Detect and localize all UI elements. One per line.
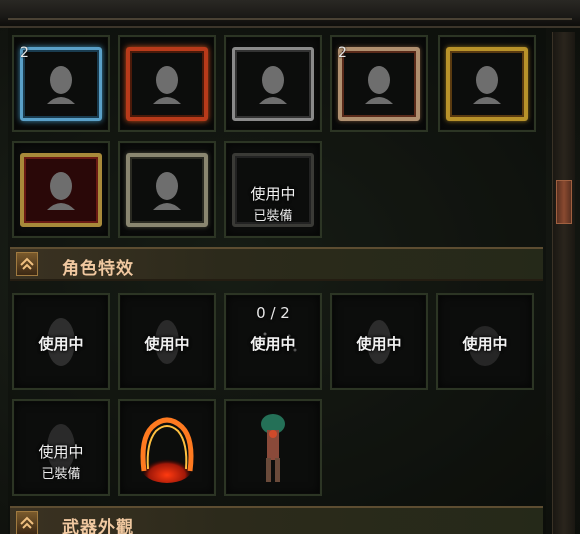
portrait-silhouette-icon (47, 65, 75, 104)
equipped-label: 已裝備 (41, 467, 81, 482)
item-count: 2 (338, 45, 347, 61)
portrait-frame-dark-equipped[interactable]: 使用中 已裝備 (224, 141, 322, 238)
section-title: 武器外觀 (62, 518, 134, 534)
item-count: 2 (20, 45, 29, 61)
in-use-label: 使用中 (462, 335, 508, 353)
character-effect-tile[interactable]: 使用中 (436, 293, 534, 390)
character-effect-tile[interactable]: 使用中 (12, 293, 110, 390)
in-use-label: 使用中 (38, 335, 84, 353)
in-use-label: 使用中 (144, 335, 190, 353)
equipped-label: 已裝備 (253, 209, 293, 224)
section-header-character-effects[interactable]: 角色特效 (10, 247, 543, 281)
portrait-frame-ornate-red[interactable] (12, 141, 110, 238)
portrait-silhouette-icon (365, 65, 393, 104)
vertical-scrollbar[interactable] (552, 32, 575, 534)
portrait-frame-bone[interactable]: 2 (330, 35, 428, 132)
portrait-silhouette-icon (153, 171, 181, 210)
cosmetics-window: 2 2 使用中 已裝備 角色特效 使用中 使用中 0 / 2 使用中 使用中 使… (0, 0, 580, 534)
chevron-up-icon (20, 257, 34, 270)
progress-count: 0 / 2 (256, 304, 290, 322)
section-header-weapon-skins[interactable]: 武器外觀 (10, 506, 543, 534)
scrollbar-thumb[interactable] (556, 180, 572, 224)
portrait-frame-ice[interactable]: 2 (12, 35, 110, 132)
collapse-toggle-icon[interactable] (16, 511, 38, 534)
portrait-frame-plain[interactable] (224, 35, 322, 132)
collapse-toggle-icon[interactable] (16, 252, 38, 276)
fire-ring-icon (140, 417, 194, 483)
character-effect-tile[interactable]: 使用中 (330, 293, 428, 390)
character-effect-fire-ring[interactable] (118, 399, 216, 496)
portrait-frame-skull[interactable] (118, 141, 216, 238)
in-use-label: 使用中 (38, 443, 84, 461)
in-use-label: 使用中 (356, 335, 402, 353)
portrait-silhouette-icon (153, 65, 181, 104)
character-effect-tile[interactable]: 0 / 2 使用中 (224, 293, 322, 390)
portrait-silhouette-icon (259, 65, 287, 104)
character-effect-tile[interactable]: 使用中 (118, 293, 216, 390)
portrait-silhouette-icon (473, 65, 501, 104)
portrait-frame-lava[interactable] (118, 35, 216, 132)
character-effect-green-aura[interactable] (224, 399, 322, 496)
portrait-silhouette-icon (47, 171, 75, 210)
chevron-up-icon (20, 516, 34, 529)
in-use-label: 使用中 (250, 335, 296, 353)
in-use-label: 使用中 (250, 185, 296, 203)
character-effect-tile-equipped[interactable]: 使用中 已裝備 (12, 399, 110, 496)
window-top-frame (0, 0, 580, 28)
section-title: 角色特效 (62, 259, 134, 279)
portrait-frame-gold[interactable] (438, 35, 536, 132)
green-aura-icon (261, 413, 285, 482)
